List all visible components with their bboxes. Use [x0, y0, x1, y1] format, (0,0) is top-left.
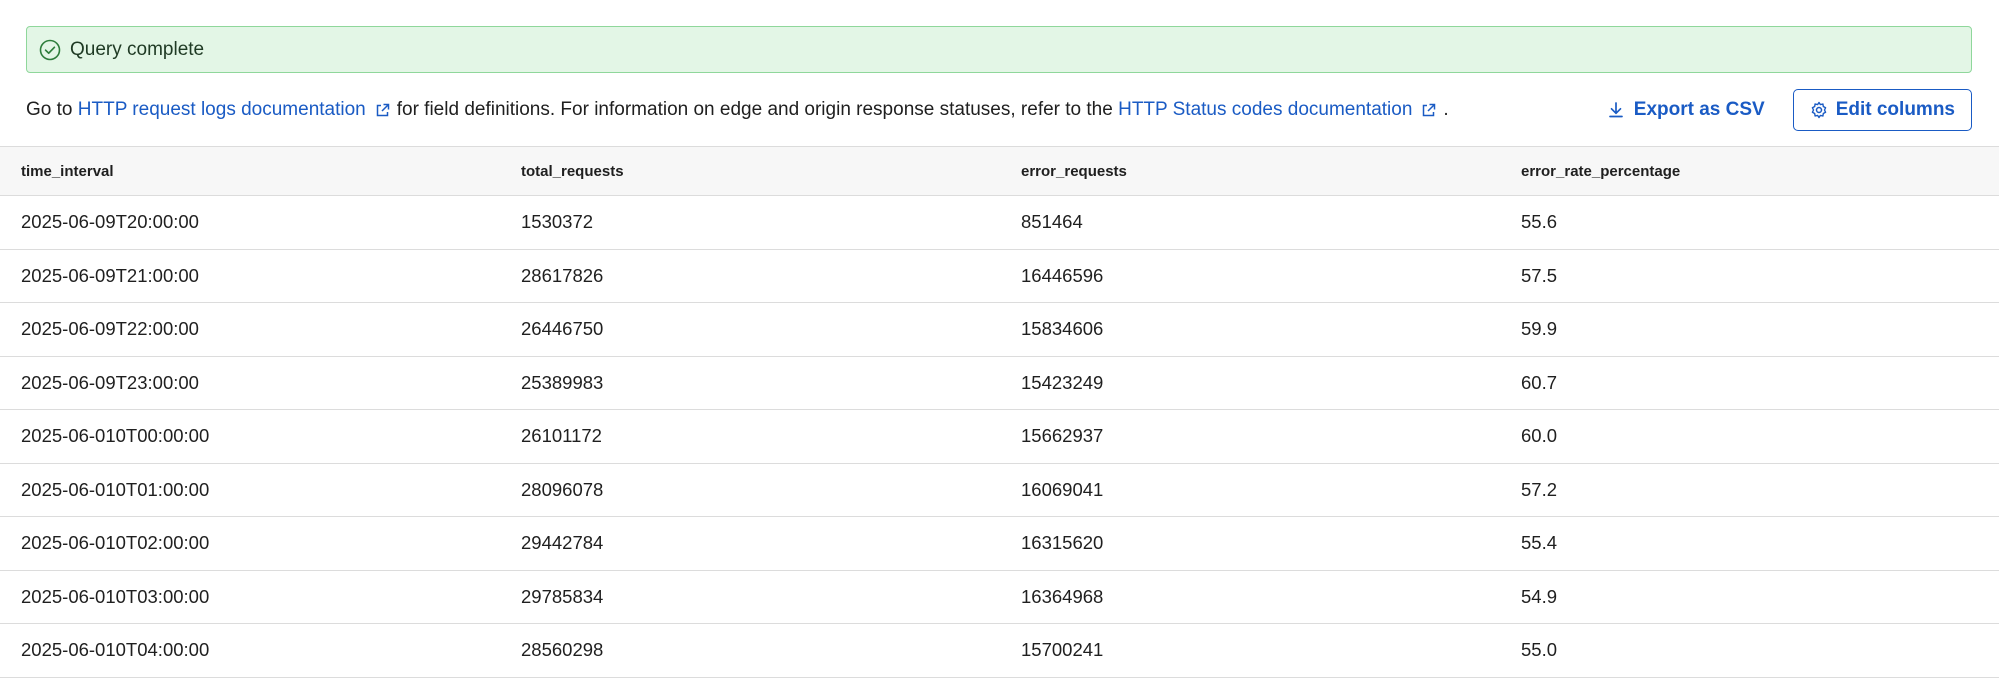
info-bar: Go to HTTP request logs documentation for… — [26, 88, 1972, 132]
column-header[interactable]: error_rate_percentage — [1500, 163, 1999, 180]
table-cell: 15662937 — [1021, 425, 1104, 447]
edit-columns-button[interactable]: Edit columns — [1792, 89, 1972, 131]
column-header[interactable]: error_requests — [1000, 163, 1500, 180]
table-row: 2025-06-010T01:00:00 28096078 16069041 57.2 — [0, 464, 1999, 517]
table-row: 2025-06-09T23:00:00 25389983 15423249 60.7 — [0, 357, 1999, 410]
table-cell: 28560298 — [521, 639, 604, 661]
table-row: 2025-06-010T04:00:00 28560298 15700241 55.0 — [0, 624, 1999, 678]
table-cell: 55.6 — [1521, 211, 1558, 233]
table-cell: 15423249 — [1021, 371, 1104, 393]
table-cell: 57.5 — [1521, 264, 1558, 286]
table-cell: 15700241 — [1021, 639, 1104, 661]
gear-icon — [1810, 101, 1828, 119]
table-cell: 55.4 — [1521, 532, 1558, 554]
table-cell: 2025-06-010T01:00:00 — [21, 478, 210, 500]
table-cell: 2025-06-010T04:00:00 — [21, 639, 210, 661]
column-header[interactable]: total_requests — [500, 163, 1000, 180]
table-cell: 1530372 — [521, 211, 594, 233]
table-row: 2025-06-09T21:00:00 28617826 16446596 57.5 — [0, 250, 1999, 303]
table-cell: 55.0 — [1521, 639, 1558, 661]
query-status-banner: Query complete — [26, 26, 1972, 73]
table-row: 2025-06-010T00:00:00 26101172 15662937 60.0 — [0, 410, 1999, 464]
column-header[interactable]: time_interval — [0, 163, 500, 180]
table-cell: 26446750 — [521, 318, 604, 340]
download-icon — [1607, 101, 1625, 119]
table-cell: 28096078 — [521, 478, 604, 500]
info-middle: for field definitions. For information o… — [396, 99, 1113, 120]
table-cell: 2025-06-09T20:00:00 — [21, 211, 199, 233]
table-cell: 2025-06-09T21:00:00 — [21, 264, 199, 286]
table-cell: 2025-06-010T02:00:00 — [21, 532, 210, 554]
export-csv-label: Export as CSV — [1633, 99, 1765, 120]
table-cell: 59.9 — [1521, 318, 1558, 340]
table-header: time_interval total_requests error_reque… — [0, 147, 1999, 196]
table-cell: 60.0 — [1521, 425, 1558, 447]
table-cell: 16069041 — [1021, 478, 1104, 500]
table-row: 2025-06-09T20:00:00 1530372 851464 55.6 — [0, 196, 1999, 250]
table-cell: 26101172 — [521, 425, 602, 447]
table-cell: 2025-06-010T03:00:00 — [21, 585, 210, 607]
table-cell: 60.7 — [1521, 371, 1558, 393]
export-csv-button[interactable]: Export as CSV — [1607, 99, 1765, 121]
info-prefix: Go to — [26, 99, 73, 120]
table-cell: 29785834 — [521, 585, 604, 607]
table-cell: 54.9 — [1521, 585, 1558, 607]
table-cell: 15834606 — [1021, 318, 1104, 340]
table-cell: 2025-06-09T23:00:00 — [21, 371, 199, 393]
http-status-codes-doc-link[interactable]: HTTP Status codes documentation — [1118, 99, 1443, 121]
table-row: 2025-06-09T22:00:00 26446750 15834606 59.9 — [0, 303, 1999, 357]
table-cell: 16364968 — [1021, 585, 1104, 607]
table-cell: 57.2 — [1521, 478, 1558, 500]
table-cell: 2025-06-09T22:00:00 — [21, 318, 199, 340]
results-table: time_interval total_requests error_reque… — [0, 146, 1999, 678]
info-text: Go to HTTP request logs documentation for… — [26, 99, 1449, 121]
banner-message: Query complete — [70, 38, 205, 60]
table-cell: 28617826 — [521, 264, 604, 286]
check-circle-icon — [39, 39, 61, 61]
table-row: 2025-06-010T03:00:00 29785834 16364968 54.9 — [0, 571, 1999, 624]
table-row: 2025-06-010T02:00:00 29442784 16315620 55.4 — [0, 517, 1999, 571]
table-cell: 25389983 — [521, 371, 604, 393]
table-cell: 851464 — [1021, 211, 1083, 233]
info-suffix: . — [1443, 99, 1449, 120]
table-cell: 16315620 — [1021, 532, 1104, 554]
table-cell: 16446596 — [1021, 264, 1104, 286]
edit-columns-label: Edit columns — [1835, 99, 1955, 120]
http-request-logs-doc-link[interactable]: HTTP request logs documentation — [78, 99, 397, 121]
external-link-icon — [1420, 102, 1437, 119]
table-cell: 29442784 — [521, 532, 604, 554]
table-cell: 2025-06-010T00:00:00 — [21, 425, 210, 447]
external-link-icon — [374, 102, 391, 119]
